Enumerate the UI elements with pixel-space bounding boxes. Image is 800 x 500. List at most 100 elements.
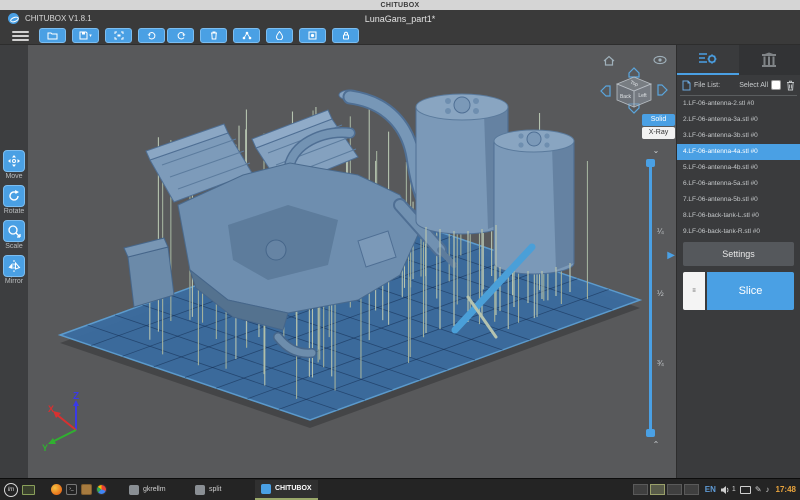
file-list-icon xyxy=(682,80,691,91)
mirror-label: Mirror xyxy=(5,278,23,285)
scale-label: Scale xyxy=(5,243,23,250)
right-panel-tabs xyxy=(677,45,800,75)
workspace-4[interactable] xyxy=(684,484,699,495)
tab-support[interactable] xyxy=(739,45,800,75)
terminal-launcher-icon[interactable]: ›_ xyxy=(66,484,77,495)
scale-tool[interactable]: Scale xyxy=(3,220,25,250)
axis-y-label: Y xyxy=(42,443,48,452)
settings-button[interactable]: Settings xyxy=(683,242,794,266)
keyboard-layout-indicator[interactable]: EN xyxy=(705,485,716,494)
slider-bottom-handle[interactable] xyxy=(646,429,655,437)
rotate-label: Rotate xyxy=(4,208,25,215)
task-window-icon xyxy=(195,485,205,495)
file-list-title: File List: xyxy=(694,82,739,89)
scale-icon xyxy=(3,220,25,242)
slider-top-handle[interactable] xyxy=(646,159,655,167)
hollow-button[interactable] xyxy=(266,28,293,43)
volume-level: 1 xyxy=(732,486,736,493)
rotate-right-arrow[interactable] xyxy=(658,85,667,95)
workspace-1[interactable] xyxy=(633,484,648,495)
tab-file-settings[interactable] xyxy=(677,45,739,75)
taskbar-task[interactable]: split xyxy=(189,480,249,500)
xray-mode-button[interactable]: X-Ray xyxy=(642,127,675,139)
rotate-tool[interactable]: Rotate xyxy=(3,185,25,215)
mirror-icon xyxy=(3,255,25,277)
slider-track[interactable] xyxy=(649,163,652,433)
perspective-eye-icon[interactable] xyxy=(654,56,666,63)
undo-button[interactable] xyxy=(138,28,165,43)
task-window-icon xyxy=(129,485,139,495)
show-desktop-button[interactable] xyxy=(22,485,35,495)
view-mode-toggle: Solid X-Ray xyxy=(642,114,675,139)
file-list-item[interactable]: 6.LF-06-antenna-5a.stl #0 xyxy=(677,176,800,192)
view-cube[interactable]: Top Back Left xyxy=(617,77,651,107)
rotate-up-arrow[interactable] xyxy=(629,68,639,77)
slice-button[interactable]: Slice xyxy=(707,272,794,310)
file-list-item[interactable]: 2.LF-06-antenna-3a.stl #0 xyxy=(677,112,800,128)
center-model-button[interactable] xyxy=(105,28,132,43)
file-list-item[interactable]: 7.LF-06-antenna-5b.stl #0 xyxy=(677,192,800,208)
move-tool[interactable]: Move xyxy=(3,150,25,180)
panel-collapse-arrow[interactable]: ▶ xyxy=(667,251,675,261)
notes-pencil-icon[interactable]: ✎ xyxy=(755,485,762,494)
viewport-3d-canvas[interactable] xyxy=(28,45,676,478)
chrome-launcher-icon[interactable] xyxy=(96,484,107,495)
clip-height-slider: ⌄ ¼ ½ ¾ ⌃ xyxy=(636,143,676,453)
window-titlebar[interactable]: CHITUBOX xyxy=(0,0,800,10)
save-button[interactable]: ▾ xyxy=(72,28,99,43)
window-title: CHITUBOX xyxy=(381,2,420,9)
taskbar-clock[interactable]: 17:48 xyxy=(776,485,796,494)
workspace-2[interactable] xyxy=(650,484,665,495)
redo-button[interactable] xyxy=(167,28,194,43)
sound-note-icon[interactable]: ♪ xyxy=(766,485,770,494)
left-tool-sidebar: Move Rotate Scale Mirror xyxy=(0,45,28,478)
volume-icon[interactable] xyxy=(720,485,730,495)
mirror-tool[interactable]: Mirror xyxy=(3,255,25,285)
solid-mode-button[interactable]: Solid xyxy=(642,114,675,126)
open-file-button[interactable] xyxy=(39,28,66,43)
rotate-left-arrow[interactable] xyxy=(601,86,610,96)
rotate-icon xyxy=(3,185,25,207)
files-launcher-icon[interactable] xyxy=(81,484,92,495)
file-list-header: File List: Select All xyxy=(677,75,800,95)
file-list-item[interactable]: 9.LF-06-back-tank-R.stl #0 xyxy=(677,224,800,234)
delete-files-trash-icon[interactable] xyxy=(786,80,795,91)
workspace-3[interactable] xyxy=(667,484,682,495)
task-window-icon xyxy=(261,484,271,494)
lock-button[interactable] xyxy=(332,28,359,43)
axes-indicator: Z X Y xyxy=(32,390,102,452)
move-icon xyxy=(3,150,25,172)
slice-options-button[interactable]: ≡ xyxy=(683,272,705,310)
file-list: 1.LF-06-antenna-2.stl #0 2.LF-06-antenna… xyxy=(677,96,800,234)
cube-face-back: Back xyxy=(620,94,632,100)
taskbar-task[interactable]: CHITUBOX xyxy=(255,480,318,500)
menu-hamburger-button[interactable] xyxy=(12,29,29,43)
app-header: CHITUBOX V1.8.1 LunaGans_part1* xyxy=(0,10,800,27)
file-list-item[interactable]: 8.LF-06-back-tank-L.stl #0 xyxy=(677,208,800,224)
slider-down-chevron[interactable]: ⌃ xyxy=(644,441,668,449)
delete-button[interactable] xyxy=(200,28,227,43)
chitubox-window: CHITUBOX CHITUBOX V1.8.1 LunaGans_part1*… xyxy=(0,0,800,500)
task-list: gkrellm split CHITUBOX xyxy=(123,480,324,500)
viewport-3d[interactable]: Top Back Left Solid X-Ray ⌄ ¼ ½ ¾ xyxy=(28,45,676,478)
file-list-item[interactable]: 4.LF-06-antenna-4a.stl #0 xyxy=(677,144,800,160)
file-list-item[interactable]: 3.LF-06-antenna-3b.stl #0 xyxy=(677,128,800,144)
desktop-taskbar: lm ›_ gkrellm split CHITUBO xyxy=(0,478,800,500)
display-settings-icon[interactable] xyxy=(740,486,751,494)
slider-up-chevron[interactable]: ⌄ xyxy=(644,147,668,155)
axis-x-label: X xyxy=(48,404,54,414)
file-list-item[interactable]: 5.LF-06-antenna-4b.stl #0 xyxy=(677,160,800,176)
slider-label-threequarter: ¾ xyxy=(657,359,664,368)
taskbar-task[interactable]: gkrellm xyxy=(123,480,183,500)
home-view-icon[interactable] xyxy=(604,57,614,66)
dig-hole-button[interactable] xyxy=(299,28,326,43)
slider-label-quarter: ¼ xyxy=(657,227,664,236)
save-dropdown-caret[interactable]: ▾ xyxy=(89,33,92,39)
main-toolbar: ▾ xyxy=(0,27,800,45)
file-list-item[interactable]: 1.LF-06-antenna-2.stl #0 xyxy=(677,96,800,112)
select-all-checkbox[interactable] xyxy=(771,80,781,90)
view-cube-cluster: Top Back Left xyxy=(596,49,674,115)
mint-menu-button[interactable]: lm xyxy=(4,483,18,497)
auto-layout-button[interactable] xyxy=(233,28,260,43)
firefox-launcher-icon[interactable] xyxy=(51,484,62,495)
